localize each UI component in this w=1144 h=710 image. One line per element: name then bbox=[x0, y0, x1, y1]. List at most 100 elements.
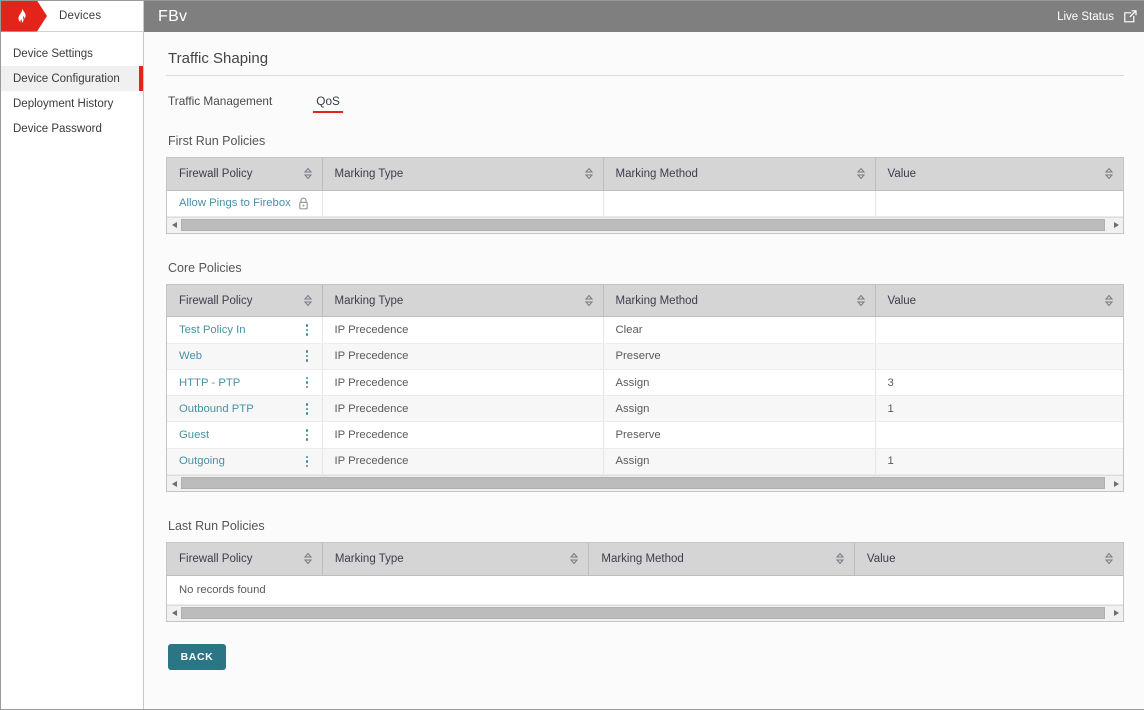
column-header-firewall-policy[interactable]: Firewall Policy bbox=[167, 543, 322, 575]
scrollbar-thumb[interactable] bbox=[181, 477, 1105, 489]
table-row[interactable]: Allow Pings to Firebox bbox=[167, 190, 1123, 216]
section-title: First Run Policies bbox=[168, 134, 1124, 148]
scrollbar-track[interactable] bbox=[181, 606, 1109, 621]
chevron-left-icon bbox=[172, 481, 177, 487]
cell-firewall-policy: Outgoing bbox=[167, 448, 322, 474]
live-status-button[interactable]: Live Status bbox=[1057, 9, 1138, 24]
chevron-left-icon bbox=[172, 610, 177, 616]
policy-link[interactable]: Web bbox=[179, 350, 202, 362]
scroll-left-button[interactable] bbox=[167, 606, 181, 621]
lock-icon bbox=[298, 197, 309, 210]
kebab-menu-icon[interactable] bbox=[306, 376, 310, 390]
sidebar-item-device-password[interactable]: Device Password bbox=[1, 116, 143, 141]
column-header-marking-type[interactable]: Marking Type bbox=[322, 543, 589, 575]
horizontal-scrollbar[interactable] bbox=[167, 475, 1123, 491]
cell-value bbox=[875, 190, 1123, 216]
cell-firewall-policy: Guest bbox=[167, 422, 322, 448]
chevron-right-icon bbox=[1114, 610, 1119, 616]
table-row[interactable]: Web IP Precedence Preserve bbox=[167, 343, 1123, 369]
scrollbar-track[interactable] bbox=[181, 476, 1109, 491]
table-row[interactable]: Test Policy In IP Precedence Clear bbox=[167, 317, 1123, 343]
title-divider bbox=[166, 75, 1124, 76]
column-label: Marking Type bbox=[335, 553, 404, 565]
policy-link[interactable]: Test Policy In bbox=[179, 324, 246, 336]
cell-firewall-policy: Outbound PTP bbox=[167, 396, 322, 422]
section-first-run-policies: First Run Policies Firewall Policy Marki… bbox=[166, 134, 1124, 234]
column-header-value[interactable]: Value bbox=[875, 158, 1123, 190]
policy-link[interactable]: Allow Pings to Firebox bbox=[179, 197, 291, 209]
sort-icon bbox=[304, 553, 312, 564]
scroll-right-button[interactable] bbox=[1109, 606, 1123, 621]
back-button[interactable]: BACK bbox=[168, 644, 226, 670]
column-label: Value bbox=[867, 553, 896, 565]
policy-link[interactable]: Guest bbox=[179, 429, 209, 441]
column-label: Marking Method bbox=[601, 553, 683, 565]
tab-qos[interactable]: QoS bbox=[316, 94, 340, 113]
kebab-menu-icon[interactable] bbox=[306, 454, 310, 468]
cell-firewall-policy: Web bbox=[167, 343, 322, 369]
first-run-table-wrapper: Firewall Policy Marking Type Marking Met… bbox=[166, 157, 1124, 234]
policy-link[interactable]: HTTP - PTP bbox=[179, 377, 240, 389]
table-row[interactable]: Guest IP Precedence Preserve bbox=[167, 422, 1123, 448]
core-table-wrapper: Firewall Policy Marking Type Marking Met… bbox=[166, 284, 1124, 492]
column-header-value[interactable]: Value bbox=[854, 543, 1123, 575]
brand-row[interactable]: Devices bbox=[1, 1, 143, 32]
scroll-left-button[interactable] bbox=[167, 476, 181, 491]
section-title: Last Run Policies bbox=[168, 519, 1124, 533]
column-label: Marking Type bbox=[335, 295, 404, 307]
sidebar-item-device-settings[interactable]: Device Settings bbox=[1, 41, 143, 66]
column-header-marking-type[interactable]: Marking Type bbox=[322, 285, 603, 317]
column-label: Firewall Policy bbox=[179, 168, 253, 180]
tab-label: QoS bbox=[316, 94, 340, 108]
column-label: Marking Type bbox=[335, 168, 404, 180]
first-run-table: Firewall Policy Marking Type Marking Met… bbox=[167, 158, 1123, 217]
policy-link[interactable]: Outgoing bbox=[179, 455, 225, 467]
flame-glyph bbox=[17, 9, 28, 24]
scroll-right-button[interactable] bbox=[1109, 476, 1123, 491]
content-area: Traffic Shaping Traffic Management QoS F… bbox=[144, 32, 1144, 709]
chevron-right-icon bbox=[1114, 222, 1119, 228]
flame-icon bbox=[1, 1, 47, 32]
kebab-menu-icon[interactable] bbox=[306, 323, 310, 337]
empty-state-message: No records found bbox=[167, 576, 1123, 605]
sidebar-item-device-configuration[interactable]: Device Configuration bbox=[1, 66, 143, 91]
horizontal-scrollbar[interactable] bbox=[167, 605, 1123, 621]
cell-value bbox=[875, 343, 1123, 369]
scroll-left-button[interactable] bbox=[167, 218, 181, 233]
cell-value: 3 bbox=[875, 369, 1123, 395]
sidebar-item-label: Device Configuration bbox=[13, 73, 120, 85]
horizontal-scrollbar[interactable] bbox=[167, 217, 1123, 233]
scrollbar-thumb[interactable] bbox=[181, 219, 1105, 231]
cell-marking-method: Assign bbox=[603, 396, 875, 422]
tab-traffic-management[interactable]: Traffic Management bbox=[168, 94, 272, 113]
cell-value: 1 bbox=[875, 396, 1123, 422]
kebab-menu-icon[interactable] bbox=[306, 349, 310, 363]
policy-link[interactable]: Outbound PTP bbox=[179, 403, 254, 415]
sort-icon bbox=[304, 168, 312, 179]
sort-icon bbox=[857, 295, 865, 306]
page-title: Traffic Shaping bbox=[166, 50, 1124, 67]
cell-value bbox=[875, 317, 1123, 343]
column-header-value[interactable]: Value bbox=[875, 285, 1123, 317]
column-header-marking-method[interactable]: Marking Method bbox=[589, 543, 855, 575]
table-row[interactable]: HTTP - PTP IP Precedence Assign 3 bbox=[167, 369, 1123, 395]
sort-icon bbox=[1105, 168, 1113, 179]
cell-marking-method bbox=[603, 190, 875, 216]
column-header-marking-method[interactable]: Marking Method bbox=[603, 285, 875, 317]
scrollbar-track[interactable] bbox=[181, 218, 1109, 233]
column-header-firewall-policy[interactable]: Firewall Policy bbox=[167, 158, 322, 190]
table-row[interactable]: Outbound PTP IP Precedence Assign 1 bbox=[167, 396, 1123, 422]
kebab-menu-icon[interactable] bbox=[306, 428, 310, 442]
column-header-firewall-policy[interactable]: Firewall Policy bbox=[167, 285, 322, 317]
table-row[interactable]: Outgoing IP Precedence Assign 1 bbox=[167, 448, 1123, 474]
column-header-marking-method[interactable]: Marking Method bbox=[603, 158, 875, 190]
table-header-row: Firewall Policy Marking Type Marking Met… bbox=[167, 285, 1123, 317]
scrollbar-thumb[interactable] bbox=[181, 607, 1105, 619]
column-header-marking-type[interactable]: Marking Type bbox=[322, 158, 603, 190]
scroll-right-button[interactable] bbox=[1109, 218, 1123, 233]
sidebar-item-deployment-history[interactable]: Deployment History bbox=[1, 91, 143, 116]
last-run-table-wrapper: Firewall Policy Marking Type Marking Met… bbox=[166, 542, 1124, 622]
cell-marking-type: IP Precedence bbox=[322, 396, 603, 422]
cell-marking-type: IP Precedence bbox=[322, 317, 603, 343]
kebab-menu-icon[interactable] bbox=[306, 402, 310, 416]
